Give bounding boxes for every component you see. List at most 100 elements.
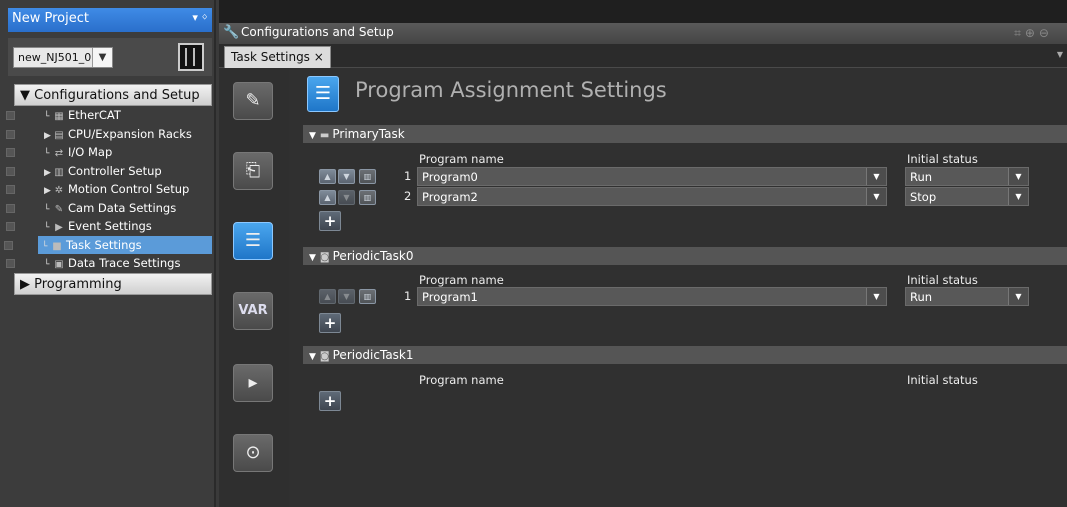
- chevron-down-icon[interactable]: ▼: [866, 168, 886, 185]
- collapse-triangle-icon[interactable]: ▼: [309, 131, 316, 141]
- periodic-task-icon: ◙: [319, 351, 330, 362]
- program-name-header: Program name: [419, 273, 504, 287]
- periodic-task-icon: ◙: [319, 252, 330, 263]
- row-number: 1: [404, 169, 412, 183]
- chevron-down-icon[interactable]: ▼: [92, 48, 112, 67]
- tree-item-i-o-map[interactable]: └ ⇄ I/O Map: [6, 143, 212, 163]
- expand-arrow-icon[interactable]: ▶: [44, 182, 53, 200]
- tree-status-square: [6, 203, 15, 213]
- expand-arrow-icon[interactable]: └: [44, 145, 53, 163]
- row-number: 2: [404, 189, 412, 203]
- tree-item-label: Controller Setup: [68, 163, 162, 178]
- tree-status-square: [6, 166, 15, 176]
- move-down-icon[interactable]: ▼: [338, 289, 355, 304]
- move-up-icon[interactable]: ▲: [319, 169, 336, 184]
- add-program-button[interactable]: +: [319, 211, 341, 231]
- delete-icon[interactable]: ▥: [359, 169, 376, 184]
- tab-label: Task Settings ×: [231, 50, 324, 64]
- rack-icon: ▤: [54, 129, 64, 141]
- task-header-primary[interactable]: ▼ ▬ PrimaryTask: [303, 125, 1067, 143]
- status-select[interactable]: Run ▼: [905, 287, 1029, 306]
- controller-device-icon[interactable]: [178, 43, 204, 71]
- program-select-value: Program1: [422, 290, 478, 304]
- window-title: Configurations and Setup: [241, 25, 394, 39]
- program-select[interactable]: Program1 ▼: [417, 287, 887, 306]
- move-down-icon[interactable]: ▼: [338, 169, 355, 184]
- expand-arrow-icon[interactable]: └: [44, 219, 53, 237]
- tree-item-task-settings[interactable]: └ ■ Task Settings: [4, 235, 212, 256]
- pencil-icon[interactable]: ✎: [233, 82, 273, 120]
- chevron-down-icon[interactable]: ▼: [866, 188, 886, 205]
- add-glyph: +: [323, 392, 337, 410]
- program-select[interactable]: Program2 ▼: [417, 187, 887, 206]
- tree-item-motion-control-setup[interactable]: ▶ ✲ Motion Control Setup: [6, 180, 212, 200]
- task-header-periodic0[interactable]: ▼ ◙ PeriodicTask0: [303, 247, 1067, 265]
- settings-content: ☰ Program Assignment Settings ▼ ▬ PrimaryT…: [289, 68, 1067, 507]
- tree-item-cam-data-settings[interactable]: └ ✎ Cam Data Settings: [6, 199, 212, 219]
- tree-item-ethercat[interactable]: └ ▦ EtherCAT: [6, 106, 212, 126]
- task-header-periodic1[interactable]: ▼ ◙ PeriodicTask1: [303, 346, 1067, 364]
- explorer-title-bar: New Project ▾ ᛜ: [8, 8, 212, 32]
- var-icon[interactable]: VAR: [233, 292, 273, 330]
- expand-arrow-icon[interactable]: ▶: [44, 127, 53, 145]
- program-select-value: Program0: [422, 170, 478, 184]
- zoom-icons[interactable]: ⌗⊕⊖: [1014, 26, 1053, 41]
- collapse-triangle-icon[interactable]: ▼: [309, 352, 316, 362]
- cam-data-icon: ✎: [54, 203, 64, 215]
- tree-item-data-trace-settings[interactable]: └ ▣ Data Trace Settings: [6, 254, 212, 274]
- program-assignment-page-icon: ☰: [307, 76, 339, 112]
- delete-icon[interactable]: ▥: [359, 289, 376, 304]
- tree-item-label: EtherCAT: [68, 108, 121, 122]
- move-up-icon[interactable]: ▲: [319, 190, 336, 205]
- data-trace-icon: ▣: [54, 259, 64, 270]
- expand-arrow-icon[interactable]: └: [44, 256, 53, 274]
- move-up-icon[interactable]: ▲: [319, 289, 336, 304]
- chevron-down-icon[interactable]: ▼: [1008, 188, 1028, 205]
- io-map-icon: ⇄: [54, 148, 64, 159]
- collapse-triangle-icon[interactable]: ▼: [309, 253, 316, 263]
- program-assignment-icon[interactable]: ☰: [233, 222, 273, 260]
- section-programming[interactable]: ▶ Programming: [14, 273, 212, 295]
- device-select[interactable]: new_NJ501_0 ▼: [13, 47, 113, 68]
- program-select[interactable]: Program0 ▼: [417, 167, 887, 186]
- chevron-down-icon[interactable]: ▼: [866, 288, 886, 305]
- section-configurations-and-setup[interactable]: ▼ Configurations and Setup: [14, 84, 212, 106]
- status-select[interactable]: Stop ▼: [905, 187, 1029, 206]
- initial-status-header: Initial status: [907, 273, 978, 287]
- tab-list-chevron-icon[interactable]: ▼: [1057, 50, 1063, 59]
- tree-item-cpu-expansion-racks[interactable]: ▶ ▤ CPU/Expansion Racks: [6, 125, 212, 145]
- expand-arrow-icon[interactable]: └: [42, 238, 51, 256]
- delete-icon[interactable]: ▥: [359, 190, 376, 205]
- tab-bar: Task Settings × ▼: [219, 44, 1067, 68]
- watch-icon[interactable]: ▸: [233, 364, 273, 402]
- expand-arrow-icon[interactable]: └: [44, 108, 53, 126]
- tree-item-controller-setup[interactable]: ▶ ▥ Controller Setup: [6, 162, 212, 182]
- expand-arrow-icon[interactable]: ▶: [44, 164, 53, 182]
- trace-icon[interactable]: ⊙: [233, 434, 273, 472]
- build-icon[interactable]: ⎗: [233, 152, 273, 190]
- row-number: 1: [404, 289, 412, 303]
- move-down-icon[interactable]: ▼: [338, 190, 355, 205]
- add-glyph: +: [323, 314, 337, 332]
- chevron-down-icon[interactable]: ▼: [1008, 288, 1028, 305]
- tree-status-square: [4, 240, 13, 250]
- editor-area: 🔧 Configurations and Setup ⌗⊕⊖ Task Sett…: [219, 0, 1067, 507]
- motion-control-icon: ✲: [54, 185, 64, 196]
- status-select[interactable]: Run ▼: [905, 167, 1029, 186]
- tab-task-settings[interactable]: Task Settings ×: [224, 46, 331, 68]
- tree-status-square: [6, 185, 15, 194]
- add-program-button[interactable]: +: [319, 313, 341, 333]
- tree-status-square: [6, 259, 15, 268]
- initial-status-header: Initial status: [907, 152, 978, 166]
- controller-setup-icon: ▥: [54, 166, 64, 178]
- wrench-icon: 🔧: [223, 25, 240, 40]
- pin-icon[interactable]: ▾ ᛜ: [192, 11, 208, 24]
- add-program-button[interactable]: +: [319, 391, 341, 411]
- chevron-down-icon[interactable]: ▼: [1008, 168, 1028, 185]
- tree-item-label: I/O Map: [68, 145, 113, 159]
- tree-item-label: Event Settings: [68, 219, 152, 233]
- top-strip: [219, 0, 1067, 23]
- tree-item-event-settings[interactable]: └ ▶ Event Settings: [6, 217, 212, 237]
- expand-arrow-icon[interactable]: └: [44, 201, 53, 219]
- device-row: new_NJ501_0 ▼: [8, 38, 212, 76]
